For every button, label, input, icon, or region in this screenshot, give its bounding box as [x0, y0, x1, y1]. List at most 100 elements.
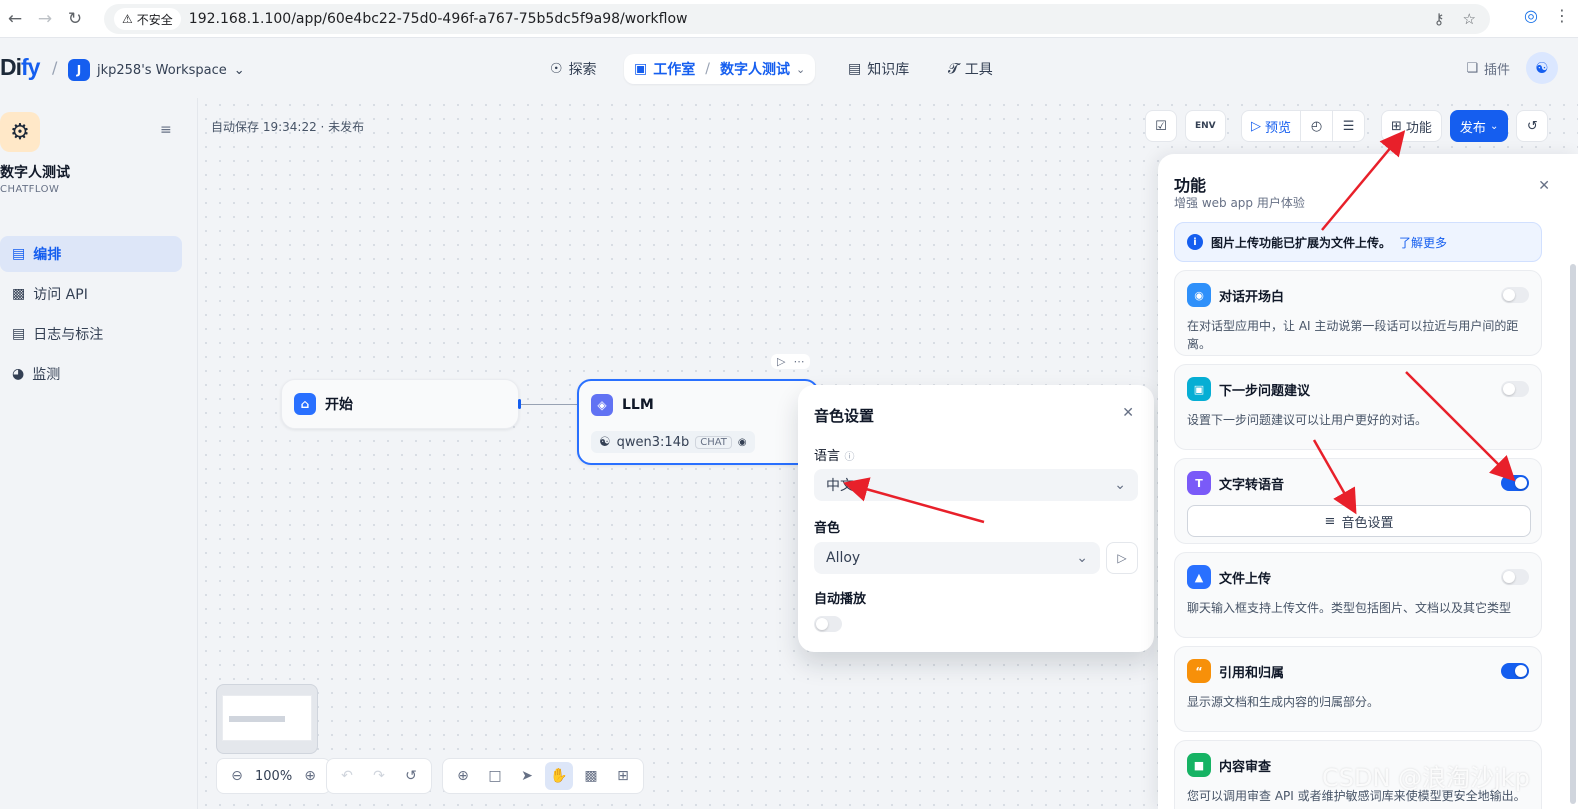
app-name: 数字人测试 [0, 165, 70, 181]
sidebar-item-api[interactable]: ▩ 访问 API [0, 276, 182, 312]
cube-icon: ❏ [1466, 60, 1478, 76]
voice-preview-button[interactable]: ▷ [1106, 542, 1138, 574]
nav-explore[interactable]: ☉ 探索 [540, 54, 607, 84]
run-node-icon[interactable]: ▷ [777, 355, 785, 368]
version-history-button[interactable]: ↺ [1516, 110, 1549, 142]
workspace-avatar: J [68, 59, 90, 81]
settings-sliders-icon[interactable]: ≡ [160, 122, 172, 138]
feature-card-citation: “ 引用和归属 显示源文档和生成内容的归属部分。 [1174, 646, 1542, 732]
start-node[interactable]: ⌂ 开始 [281, 379, 519, 429]
organize-blocks-icon[interactable]: ⊞ [609, 762, 637, 790]
hand-icon[interactable]: ✋ [545, 762, 573, 790]
voice-settings-modal: 音色设置 ✕ 语言 ⓘ 中文 ⌄ 音色 Alloy ⌄ ▷ 自动播放 [798, 385, 1154, 652]
sidebar-item-monitor[interactable]: ◕ 监测 [0, 356, 182, 392]
text-to-speech-icon: T [1187, 471, 1211, 495]
address-bar[interactable]: ⚠ 不安全 192.168.1.100/app/60e4bc22-75d0-49… [104, 4, 1490, 34]
modal-title: 音色设置 [814, 407, 875, 425]
nav-studio[interactable]: ▣ 工作室 / 数字人测试 ⌄ [624, 54, 816, 84]
pointer-icon[interactable]: ➤ [513, 762, 541, 790]
suggestions-toggle[interactable] [1501, 381, 1529, 397]
undo-icon[interactable]: ↶ [333, 762, 361, 790]
redo-icon[interactable]: ↷ [365, 762, 393, 790]
watermark: CSDN @浪淘沙jkp [1322, 764, 1530, 792]
env-button[interactable]: ENV [1185, 110, 1226, 142]
autoplay-toggle[interactable] [814, 616, 842, 632]
info-banner: i 图片上传功能已扩展为文件上传。 了解更多 [1174, 222, 1542, 262]
key-icon[interactable]: ⚷ [1434, 10, 1445, 28]
citation-toggle[interactable] [1501, 663, 1529, 679]
llm-node[interactable]: ◈ LLM ☯ qwen3:14b CHAT ◉ [577, 379, 819, 465]
close-icon[interactable]: ✕ [1122, 405, 1134, 421]
features-button[interactable]: ⊞ 功能 [1381, 110, 1442, 142]
forward-icon[interactable]: → [30, 4, 60, 34]
plugins-button[interactable]: ❏ 插件 [1466, 59, 1510, 78]
menu-kebab-icon[interactable]: ⋮ [1554, 6, 1570, 25]
chevron-down-icon: ⌄ [1114, 477, 1126, 493]
folder-upload-icon: ▲ [1187, 565, 1211, 589]
play-icon: ▷ [1251, 118, 1261, 134]
profile-icon[interactable]: ◎ [1524, 6, 1538, 25]
features-panel: 功能 增强 web app 用户体验 ✕ i 图片上传功能已扩展为文件上传。 了… [1158, 154, 1578, 809]
list-icon: ☰ [1342, 118, 1355, 134]
robot-icon: ▣ [634, 61, 648, 77]
feature-card-tts: T 文字转语音 ≡ 音色设置 [1174, 458, 1542, 544]
nav-tools[interactable]: 𝓣 工具 [938, 54, 1003, 84]
security-indicator[interactable]: ⚠ 不安全 [114, 8, 181, 30]
url-text: 192.168.1.100/app/60e4bc22-75d0-496f-a76… [188, 11, 688, 27]
more-options-icon[interactable]: ⋯ [793, 355, 804, 368]
publish-button[interactable]: 发布 ⌄ [1449, 110, 1509, 142]
learn-more-link[interactable]: 了解更多 [1399, 234, 1447, 251]
back-icon[interactable]: ← [0, 4, 30, 34]
zoom-out-icon[interactable]: ⊖ [223, 762, 251, 790]
zoom-level[interactable]: 100% [255, 769, 292, 784]
bookmark-star-icon[interactable]: ☆ [1463, 10, 1476, 28]
panel-scrollbar[interactable] [1570, 264, 1576, 804]
compass-icon: ☉ [550, 61, 563, 77]
app-sidebar: ⚙ ≡ 数字人测试 CHATFLOW ▤ 编排 ▩ 访问 API ▤ 日志与标注… [0, 98, 198, 809]
export-image-icon[interactable]: ▩ [577, 762, 605, 790]
reload-icon[interactable]: ↻ [60, 4, 90, 34]
app-header: Dify / J jkp258's Workspace ⌄ ☉ 探索 ▣ 工作室… [0, 38, 1578, 98]
help-circle-icon[interactable]: ⓘ [845, 452, 855, 463]
run-history-button[interactable]: ◴ [1301, 110, 1334, 142]
file-upload-toggle[interactable] [1501, 569, 1529, 585]
history-icon[interactable]: ↺ [397, 762, 425, 790]
document-icon: ▤ [12, 326, 26, 342]
sidebar-item-logs[interactable]: ▤ 日志与标注 [0, 316, 182, 352]
gauge-icon: ◕ [12, 366, 25, 382]
chevron-down-icon: ⌄ [233, 62, 245, 78]
feature-card-opening: ◉ 对话开场白 在对话型应用中，让 AI 主动说第一段话可以拉近与用户间的距离。 [1174, 270, 1542, 356]
minimap[interactable] [216, 684, 318, 754]
close-icon[interactable]: ✕ [1538, 178, 1550, 194]
user-avatar[interactable]: ☯ [1526, 52, 1558, 84]
voice-label: 音色 [814, 521, 841, 536]
workspace-switcher[interactable]: J jkp258's Workspace ⌄ [68, 59, 245, 81]
terminal-icon: ▩ [12, 286, 26, 302]
info-icon: i [1187, 234, 1203, 250]
current-app-name[interactable]: 数字人测试 [720, 59, 790, 79]
dify-logo[interactable]: Dify [0, 54, 40, 81]
sliders-icon: ≡ [1324, 513, 1336, 529]
autoplay-label: 自动播放 [814, 592, 867, 607]
model-chip[interactable]: ☯ qwen3:14b CHAT ◉ [591, 431, 755, 453]
panel-title: 功能 [1174, 176, 1207, 195]
add-note-icon[interactable]: □ [481, 762, 509, 790]
tool-icon: 𝓣 [948, 61, 959, 77]
sidebar-item-orchestrate[interactable]: ▤ 编排 [0, 236, 182, 272]
zoom-controls: ⊖ 100% ⊕ [216, 758, 332, 794]
tts-toggle[interactable] [1501, 475, 1529, 491]
language-select[interactable]: 中文 ⌄ [814, 469, 1138, 501]
voice-settings-button[interactable]: ≡ 音色设置 [1187, 505, 1531, 537]
checklist-panel-button[interactable]: ☰ [1333, 110, 1366, 142]
chevron-down-icon: ⌄ [795, 62, 806, 76]
checklist-button[interactable]: ☑ [1145, 110, 1177, 142]
nav-knowledge[interactable]: ▤ 知识库 [838, 54, 919, 84]
zoom-in-icon[interactable]: ⊕ [296, 762, 324, 790]
voice-select[interactable]: Alloy ⌄ [814, 542, 1100, 574]
opening-toggle[interactable] [1501, 287, 1529, 303]
add-node-icon[interactable]: ⊕ [449, 762, 477, 790]
quote-icon: “ [1187, 659, 1211, 683]
warning-icon: ⚠ [122, 12, 133, 26]
preview-button[interactable]: ▷ 预览 [1241, 110, 1302, 142]
model-provider-icon: ☯ [599, 434, 611, 450]
